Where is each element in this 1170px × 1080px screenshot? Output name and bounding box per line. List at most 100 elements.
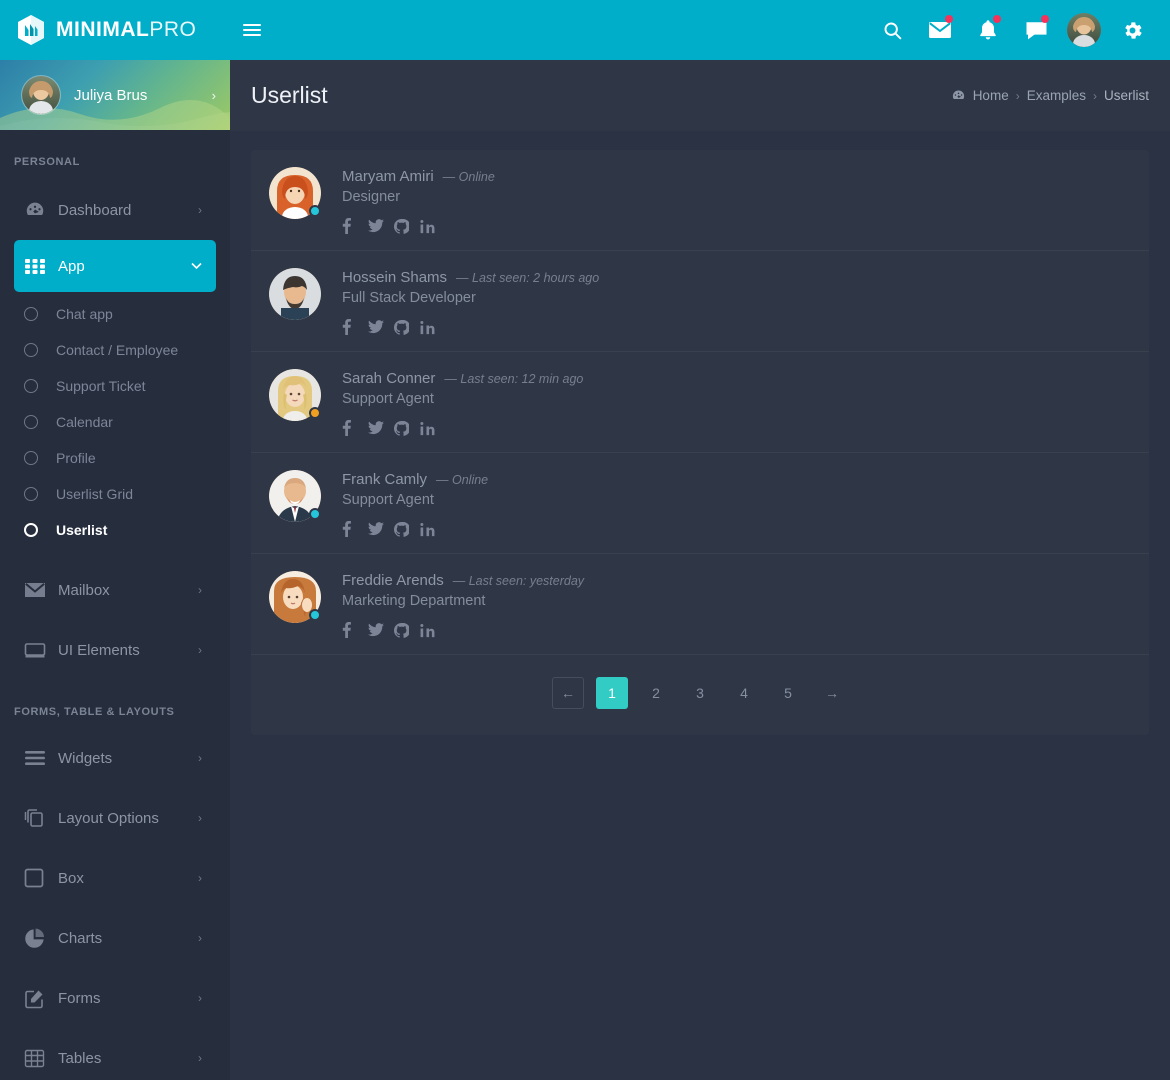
breadcrumb-item-examples[interactable]: Examples [1027, 88, 1086, 103]
sidebar-item-box[interactable]: Box › [14, 852, 216, 904]
user-status-text: — Online [442, 170, 495, 184]
edit-icon [24, 988, 58, 1009]
user-headline: Freddie Arends — Last seen: yesterday [342, 572, 1149, 589]
sidebar-item-tables[interactable]: Tables › [14, 1032, 216, 1080]
user-info: Maryam Amiri — Online Designer [342, 167, 1149, 236]
github-icon[interactable] [394, 620, 420, 640]
sidebar-subitem-support-ticket[interactable]: Support Ticket [0, 368, 230, 404]
twitter-icon[interactable] [368, 519, 394, 539]
sidebar-subitem-contact-employee[interactable]: Contact / Employee [0, 332, 230, 368]
breadcrumb-item-home[interactable]: Home [973, 88, 1009, 103]
github-icon[interactable] [394, 519, 420, 539]
user-headline: Maryam Amiri — Online [342, 168, 1149, 185]
pagination-page-2[interactable]: 2 [640, 677, 672, 709]
sidebar-subitem-profile[interactable]: Profile [0, 440, 230, 476]
github-icon[interactable] [394, 216, 420, 236]
social-links [342, 418, 1149, 438]
user-name[interactable]: Maryam Amiri [342, 168, 434, 185]
chevron-right-icon: › [198, 1051, 202, 1065]
linkedin-icon[interactable] [420, 216, 446, 236]
table-icon [24, 1048, 58, 1069]
user-headline: Hossein Shams — Last seen: 2 hours ago [342, 269, 1149, 286]
pagination-page-5[interactable]: 5 [772, 677, 804, 709]
user-list-item[interactable]: Sarah Conner — Last seen: 12 min ago Sup… [251, 352, 1149, 453]
chevron-down-icon [191, 259, 202, 273]
brand-name-bold: MINIMAL [56, 18, 150, 41]
mail-button[interactable] [916, 0, 964, 60]
social-links [342, 519, 1149, 539]
dashboard-home-icon [951, 88, 966, 103]
user-avatar-button[interactable] [1060, 0, 1108, 60]
breadcrumb: Home › Examples › Userlist [951, 88, 1149, 103]
user-name[interactable]: Frank Camly [342, 471, 427, 488]
sidebar-item-label: Dashboard [58, 201, 132, 219]
mail-icon [928, 20, 952, 40]
user-headline: Frank Camly — Online [342, 471, 1149, 488]
sidebar-subitem-chat-app[interactable]: Chat app [0, 296, 230, 332]
pagination-next-button[interactable]: → [816, 677, 848, 709]
sidebar-subitem-userlist[interactable]: Userlist [0, 512, 230, 548]
pagination-prev-button[interactable]: ← [552, 677, 584, 709]
square-icon [24, 868, 58, 888]
chevron-right-icon: › [198, 991, 202, 1005]
facebook-icon[interactable] [342, 216, 368, 236]
user-name[interactable]: Sarah Conner [342, 370, 435, 387]
facebook-icon[interactable] [342, 317, 368, 337]
twitter-icon[interactable] [368, 620, 394, 640]
avatar-wrapper [269, 268, 321, 320]
search-icon [882, 20, 903, 41]
sidebar-item-widgets[interactable]: Widgets › [14, 732, 216, 784]
topbar-actions [868, 0, 1170, 60]
brand-logo[interactable]: MINIMALPRO [0, 0, 230, 60]
twitter-icon[interactable] [368, 216, 394, 236]
breadcrumb-item-userlist: Userlist [1103, 88, 1149, 103]
circle-icon [24, 451, 38, 465]
sidebar-item-mailbox[interactable]: Mailbox › [14, 564, 216, 616]
settings-button[interactable] [1108, 0, 1156, 60]
sidebar-item-ui-elements[interactable]: UI Elements › [14, 624, 216, 676]
social-links [342, 216, 1149, 236]
search-button[interactable] [868, 0, 916, 60]
sidebar-item-forms[interactable]: Forms › [14, 972, 216, 1024]
sidebar-item-app[interactable]: App [14, 240, 216, 292]
sidebar-toggle-button[interactable] [230, 0, 274, 60]
avatar-wrapper [269, 571, 321, 623]
status-indicator [309, 508, 321, 520]
avatar [1067, 13, 1101, 47]
user-info: Sarah Conner — Last seen: 12 min ago Sup… [342, 369, 1149, 438]
circle-icon [24, 415, 38, 429]
facebook-icon[interactable] [342, 519, 368, 539]
facebook-icon[interactable] [342, 620, 368, 640]
linkedin-icon[interactable] [420, 418, 446, 438]
notifications-button[interactable] [964, 0, 1012, 60]
sidebar-subitem-calendar[interactable]: Calendar [0, 404, 230, 440]
avatar-wrapper [269, 167, 321, 219]
user-name[interactable]: Freddie Arends [342, 572, 444, 589]
facebook-icon[interactable] [342, 418, 368, 438]
sidebar-item-charts[interactable]: Charts › [14, 912, 216, 964]
sidebar-profile[interactable]: Juliya Brus › [0, 60, 230, 130]
user-info: Freddie Arends — Last seen: yesterday Ma… [342, 571, 1149, 640]
twitter-icon[interactable] [368, 418, 394, 438]
chevron-right-icon: › [198, 203, 202, 217]
twitter-icon[interactable] [368, 317, 394, 337]
sidebar-item-layout-options[interactable]: Layout Options › [14, 792, 216, 844]
linkedin-icon[interactable] [420, 519, 446, 539]
messages-button[interactable] [1012, 0, 1060, 60]
user-info: Frank Camly — Online Support Agent [342, 470, 1149, 539]
user-list-item[interactable]: Hossein Shams — Last seen: 2 hours ago F… [251, 251, 1149, 352]
user-list-item[interactable]: Frank Camly — Online Support Agent [251, 453, 1149, 554]
sidebar-subitem-userlist-grid[interactable]: Userlist Grid [0, 476, 230, 512]
pagination-page-3[interactable]: 3 [684, 677, 716, 709]
user-list-item[interactable]: Maryam Amiri — Online Designer [251, 150, 1149, 251]
linkedin-icon[interactable] [420, 620, 446, 640]
user-list-item[interactable]: Freddie Arends — Last seen: yesterday Ma… [251, 554, 1149, 655]
pagination-page-4[interactable]: 4 [728, 677, 760, 709]
sidebar-item-dashboard[interactable]: Dashboard › [14, 184, 216, 236]
github-icon[interactable] [394, 317, 420, 337]
list-icon [24, 750, 58, 766]
pagination-page-1[interactable]: 1 [596, 677, 628, 709]
user-name[interactable]: Hossein Shams [342, 269, 447, 286]
linkedin-icon[interactable] [420, 317, 446, 337]
github-icon[interactable] [394, 418, 420, 438]
